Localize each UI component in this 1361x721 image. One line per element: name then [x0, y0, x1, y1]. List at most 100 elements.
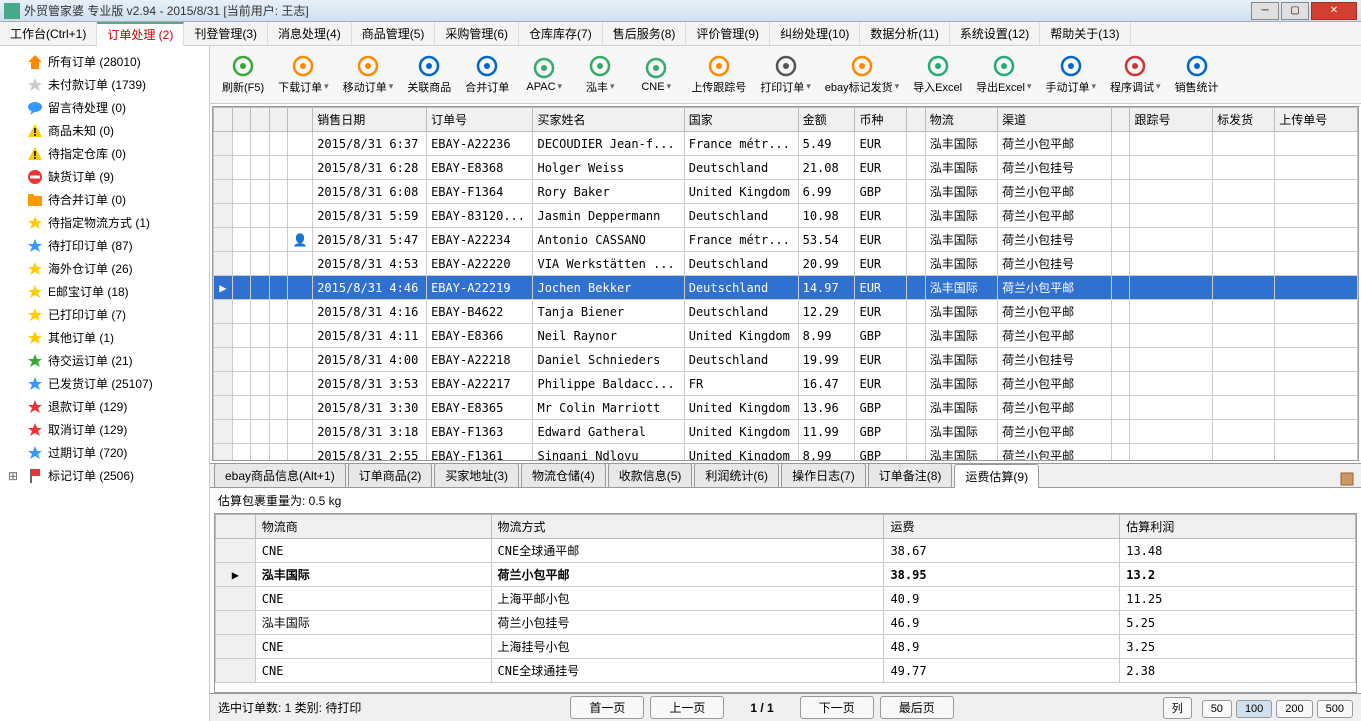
list-columns-button[interactable]: 列 [1163, 697, 1192, 719]
page-size-button[interactable]: 200 [1276, 700, 1312, 718]
toolbar-refresh-button[interactable]: 刷新(F5) [216, 53, 270, 97]
toolbar-excel-button[interactable]: 导出Excel▾ [970, 53, 1037, 97]
sidebar-item[interactable]: 待指定仓库 (0) [4, 142, 205, 165]
grid-header[interactable]: 渠道 [998, 108, 1112, 132]
table-row[interactable]: CNE上海挂号小包48.93.25 [216, 635, 1356, 659]
toolbar-gear-button[interactable]: 程序调试▾ [1104, 53, 1167, 97]
sidebar-item[interactable]: 待合并订单 (0) [4, 188, 205, 211]
table-row[interactable]: 2015/8/31 3:53EBAY-A22217Philippe Baldac… [214, 372, 1358, 396]
grid-header[interactable] [232, 108, 251, 132]
est-header[interactable]: 运费 [884, 515, 1120, 539]
menu-tab[interactable]: 商品管理(5) [352, 22, 436, 45]
toolbar-globe-button[interactable]: 泓丰▾ [573, 53, 627, 97]
table-row[interactable]: 2015/8/31 4:11EBAY-E8366Neil RaynorUnite… [214, 324, 1358, 348]
grid-header[interactable]: 买家姓名 [533, 108, 684, 132]
grid-header[interactable] [288, 108, 313, 132]
est-header[interactable]: 估算利润 [1120, 515, 1356, 539]
menu-tab[interactable]: 评价管理(9) [686, 22, 770, 45]
table-row[interactable]: 2015/8/31 3:30EBAY-E8365Mr Colin Marriot… [214, 396, 1358, 420]
toolbar-link-button[interactable]: 关联商品 [401, 53, 457, 97]
table-row[interactable]: CNECNE全球通平邮38.6713.48 [216, 539, 1356, 563]
sidebar-item[interactable]: 退款订单 (129) [4, 395, 205, 418]
grid-header[interactable]: 物流 [925, 108, 997, 132]
table-row[interactable]: 2015/8/31 3:18EBAY-F1363Edward GatheralU… [214, 420, 1358, 444]
detail-tab[interactable]: 操作日志(7) [781, 463, 866, 487]
last-page-button[interactable]: 最后页 [880, 696, 954, 719]
table-row[interactable]: ▶泓丰国际荷兰小包平邮38.9513.2 [216, 563, 1356, 587]
sidebar-item[interactable]: E邮宝订单 (18) [4, 280, 205, 303]
sidebar-item[interactable]: 其他订单 (1) [4, 326, 205, 349]
toolbar-merge-button[interactable]: 合并订单 [459, 53, 515, 97]
detail-tab[interactable]: 订单备注(8) [868, 463, 953, 487]
toolbar-globe-button[interactable]: APAC▾ [517, 55, 571, 95]
grid-header[interactable] [269, 108, 288, 132]
toolbar-chart-button[interactable]: 销售统计 [1169, 53, 1225, 97]
table-row[interactable]: 2015/8/31 6:28EBAY-E8368Holger WeissDeut… [214, 156, 1358, 180]
menu-tab[interactable]: 系统设置(12) [950, 22, 1040, 45]
table-row[interactable]: 👤2015/8/31 5:47EBAY-A22234Antonio CASSAN… [214, 228, 1358, 252]
grid-header[interactable]: 上传单号 [1275, 108, 1358, 132]
sidebar-item[interactable]: 商品未知 (0) [4, 119, 205, 142]
detail-tab[interactable]: 利润统计(6) [694, 463, 779, 487]
first-page-button[interactable]: 首一页 [570, 696, 644, 719]
page-size-button[interactable]: 50 [1202, 700, 1232, 718]
toolbar-print-button[interactable]: 打印订单▾ [754, 53, 817, 97]
sidebar-item[interactable]: 缺货订单 (9) [4, 165, 205, 188]
detail-tab[interactable]: 运费估算(9) [954, 464, 1039, 488]
grid-header[interactable]: 标发货 [1213, 108, 1275, 132]
menu-tab[interactable]: 帮助关于(13) [1040, 22, 1130, 45]
menu-tab[interactable]: 消息处理(4) [268, 22, 352, 45]
toolbar-move-button[interactable]: 移动订单▾ [337, 53, 400, 97]
sidebar-item[interactable]: 待交运订单 (21) [4, 349, 205, 372]
grid-header[interactable] [1111, 108, 1130, 132]
page-size-button[interactable]: 100 [1236, 700, 1272, 718]
sidebar-item[interactable]: 取消订单 (129) [4, 418, 205, 441]
order-grid-wrap[interactable]: 销售日期订单号买家姓名国家金额币种物流渠道跟踪号标发货上传单号2015/8/31… [212, 106, 1359, 461]
sidebar-item[interactable]: 未付款订单 (1739) [4, 73, 205, 96]
table-row[interactable]: 2015/8/31 6:37EBAY-A22236DECOUDIER Jean-… [214, 132, 1358, 156]
estimate-grid-wrap[interactable]: 物流商物流方式运费估算利润CNECNE全球通平邮38.6713.48▶泓丰国际荷… [214, 513, 1357, 693]
prev-page-button[interactable]: 上一页 [650, 696, 724, 719]
page-size-button[interactable]: 500 [1317, 700, 1353, 718]
est-header[interactable]: 物流商 [255, 515, 491, 539]
sidebar-item[interactable]: 所有订单 (28010) [4, 50, 205, 73]
est-header[interactable] [216, 515, 256, 539]
menu-tab[interactable]: 纠纷处理(10) [770, 22, 860, 45]
table-row[interactable]: 2015/8/31 4:53EBAY-A22220VIA Werkstätten… [214, 252, 1358, 276]
menu-tab[interactable]: 售后服务(8) [603, 22, 687, 45]
toolbar-upload-button[interactable]: 上传跟踪号 [685, 53, 752, 97]
table-row[interactable]: 2015/8/31 4:16EBAY-B4622Tanja BienerDeut… [214, 300, 1358, 324]
book-icon[interactable] [1339, 471, 1355, 487]
maximize-button[interactable]: ▢ [1281, 2, 1309, 20]
grid-header[interactable]: 金额 [798, 108, 855, 132]
table-row[interactable]: 2015/8/31 2:55EBAY-F1361Singani NdlovuUn… [214, 444, 1358, 462]
toolbar-hand-button[interactable]: 手动订单▾ [1040, 53, 1103, 97]
table-row[interactable]: ▶2015/8/31 4:46EBAY-A22219Jochen BekkerD… [214, 276, 1358, 300]
table-row[interactable]: 泓丰国际荷兰小包挂号46.95.25 [216, 611, 1356, 635]
detail-tab[interactable]: 订单商品(2) [348, 463, 433, 487]
grid-header[interactable]: 跟踪号 [1130, 108, 1213, 132]
toolbar-globe-button[interactable]: CNE▾ [629, 55, 683, 95]
grid-header[interactable] [214, 108, 233, 132]
est-header[interactable]: 物流方式 [491, 515, 884, 539]
menu-tab[interactable]: 采购管理(6) [435, 22, 519, 45]
detail-tab[interactable]: 收款信息(5) [608, 463, 693, 487]
sidebar-item[interactable]: 待打印订单 (87) [4, 234, 205, 257]
detail-tab[interactable]: 物流仓储(4) [521, 463, 606, 487]
grid-header[interactable] [251, 108, 270, 132]
grid-header[interactable]: 销售日期 [313, 108, 427, 132]
sidebar-item[interactable]: 待指定物流方式 (1) [4, 211, 205, 234]
close-button[interactable]: ✕ [1311, 2, 1357, 20]
table-row[interactable]: 2015/8/31 6:08EBAY-F1364Rory BakerUnited… [214, 180, 1358, 204]
menu-tab[interactable]: 订单处理 (2) [97, 22, 184, 46]
next-page-button[interactable]: 下一页 [800, 696, 874, 719]
sidebar-item[interactable]: 已发货订单 (25107) [4, 372, 205, 395]
menu-tab[interactable]: 刊登管理(3) [184, 22, 268, 45]
detail-tab[interactable]: 买家地址(3) [434, 463, 519, 487]
table-row[interactable]: CNECNE全球通挂号49.772.38 [216, 659, 1356, 683]
sidebar-item[interactable]: 已打印订单 (7) [4, 303, 205, 326]
toolbar-download-button[interactable]: 下载订单▾ [272, 53, 335, 97]
toolbar-ship-button[interactable]: ebay标记发货▾ [819, 53, 905, 97]
table-row[interactable]: 2015/8/31 4:00EBAY-A22218Daniel Schniede… [214, 348, 1358, 372]
menu-tab[interactable]: 数据分析(11) [860, 22, 949, 45]
